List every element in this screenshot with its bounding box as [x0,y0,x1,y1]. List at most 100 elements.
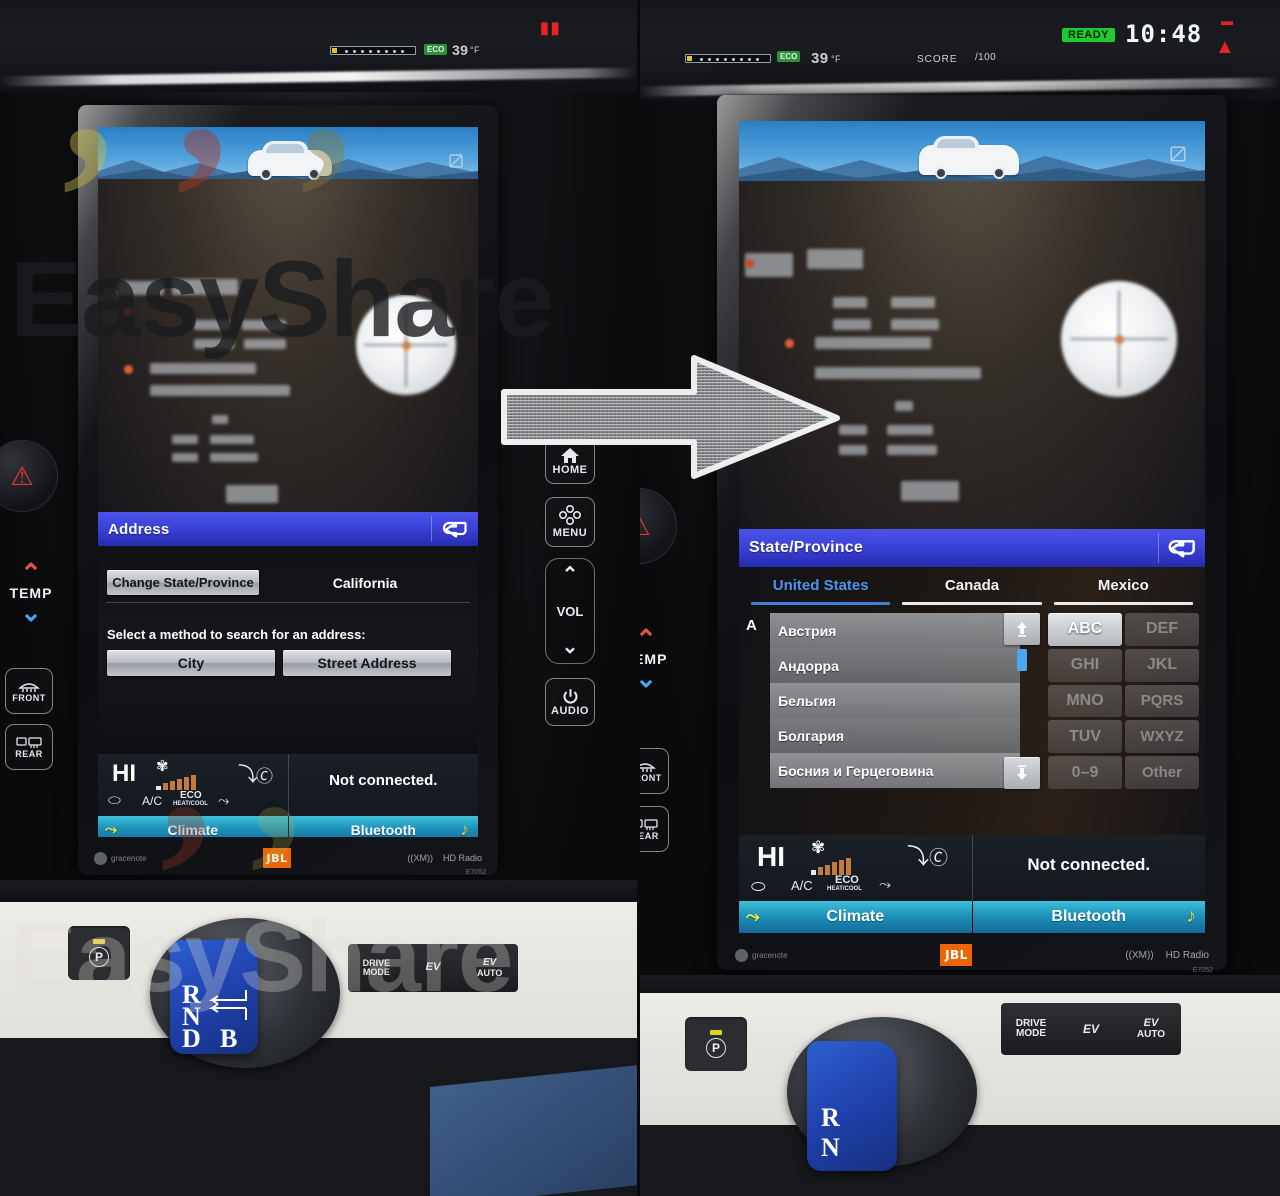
right-climate-button[interactable]: ⤳ Climate [739,901,972,933]
left-fuel-gauge [330,46,416,55]
volume-down-icon[interactable]: ⌄ [562,637,579,657]
left-music-note-icon: ♪ [460,819,470,838]
drive-mode-button[interactable]: DRIVE MODE [348,944,405,992]
temp-down-icon[interactable]: ⌄ [20,599,42,625]
list-scrollbar[interactable] [1004,613,1040,789]
park-indicator-led [93,939,105,944]
list-item[interactable]: Андорра [770,648,1020,683]
right-back-arrow-icon[interactable] [1159,538,1205,558]
right-park-indicator-led [710,1030,722,1035]
search-by-street-address-button[interactable]: Street Address [283,650,451,676]
right-front-defrost-label: FRONT [637,773,662,783]
list-item[interactable]: Босния и Герцеговина [770,753,1020,788]
bluetooth-button[interactable]: Bluetooth ♪ [288,816,478,838]
temp-control[interactable]: ⌃ TEMP ⌄ [3,560,59,626]
gear-d: D [182,1024,201,1053]
left-bluetooth-section[interactable]: Not connected. [289,754,479,816]
right-eco-badge: ECO [777,51,801,62]
keypad-key-tuv[interactable]: TUV [1048,720,1122,754]
right-temp-control[interactable]: ⌃ TEMP ⌄ [637,626,677,692]
home-button-label: HOME [552,463,588,476]
right-outside-temp: 39 [811,50,829,67]
right-gear-shifter[interactable]: R N [807,1041,897,1171]
list-item[interactable]: Болгария [770,718,1020,753]
before-photo-panel: ECO 39 °F ▮▮ Address Change State/Provin… [0,0,637,1196]
keypad-key-def[interactable]: DEF [1125,613,1199,646]
home-button[interactable]: HOME [545,438,595,484]
right-touchscreen[interactable]: State/Province United States Canada Mexi… [739,121,1205,933]
left-touchscreen[interactable]: Address Change State/Province California… [98,127,478,837]
scroll-up-button[interactable] [1004,613,1040,645]
left-navigation-view[interactable] [98,127,478,512]
tab-mexico[interactable]: Mexico [1048,573,1199,605]
left-warning-indicators: ▮▮ [540,20,562,37]
left-gracenote-logo: gracenote [94,851,147,865]
left-eco-sub-label: HEAT/COOL [173,801,208,807]
cluster-clock: 10:48 [1125,20,1203,48]
left-ac-label: A/C [142,794,163,808]
right-rear-defrost-button[interactable]: REAR [637,806,669,852]
left-back-arrow-icon[interactable] [432,520,478,538]
left-screen-title: Address [108,520,170,538]
left-seated-person-icon: 🄫 [256,767,273,786]
search-by-city-button[interactable]: City [107,650,275,676]
scrollbar-thumb[interactable] [1017,649,1027,671]
keypad-key-pqrs[interactable]: PQRS [1125,684,1199,718]
right-head-unit-bezel: State/Province United States Canada Mexi… [717,95,1227,974]
keypad-key-mno[interactable]: MNO [1048,684,1122,718]
volume-up-icon[interactable]: ⌃ [562,565,579,585]
right-drive-mode-label-2: MODE [1016,1028,1046,1039]
ev-auto-button[interactable]: EV AUTO [461,944,518,992]
left-seat-icon: ⤳ [105,821,118,837]
keypad-key-abc[interactable]: ABC [1048,613,1122,646]
volume-rocker[interactable]: ⌃ VOL ⌄ [545,558,595,664]
tab-united-states[interactable]: United States [745,573,896,605]
front-defrost-button[interactable]: FRONT [5,668,53,714]
right-navigation-view[interactable] [739,121,1205,529]
keypad-key-other[interactable]: Other [1125,756,1199,789]
keypad-key-jkl[interactable]: JKL [1125,648,1199,682]
right-siriusxm-logo: ((XM)) [1125,949,1154,961]
left-temp-setting: HI [112,760,136,787]
audio-power-button[interactable]: AUDIO [545,678,595,726]
alpha-keypad[interactable]: ABC DEF GHI JKL MNO PQRS TUV WXYZ 0–9 Ot… [1048,613,1199,789]
keypad-key-wxyz[interactable]: WXYZ [1125,720,1199,754]
tab-canada[interactable]: Canada [896,573,1047,605]
gear-shifter[interactable]: R N D B [170,940,258,1054]
left-climate-section[interactable]: HI ✾ ⤵ 🄫 ⬭ A/C ECO HEAT/COOL ⤳ [98,754,288,816]
right-bluetooth-button[interactable]: Bluetooth ♪ [972,901,1205,933]
climate-button-label: Climate [167,821,219,838]
right-ev-mode-button[interactable]: EV [1061,1003,1121,1055]
state-list[interactable]: Австрия Андорра Бельгия Болгария Босния … [770,613,1020,789]
change-state-province-button[interactable]: Change State/Province [107,570,259,595]
menu-button[interactable]: MENU [545,497,595,547]
park-button[interactable]: P [68,926,130,980]
left-siriusxm-logo: ((XM)) [407,853,434,863]
keypad-key-digits[interactable]: 0–9 [1048,756,1122,789]
list-item[interactable]: Бельгия [770,683,1020,718]
right-bottom-button-bar: ⤳ Climate Bluetooth ♪ [739,901,1205,933]
right-drive-mode-bar: DRIVE MODE EV EV AUTO [1001,1003,1181,1055]
ev-auto-label-1: EV [483,957,497,969]
scroll-up-icon [1017,622,1027,637]
right-jbl-logo: JBL [940,944,973,966]
right-temp-setting: HI [757,841,785,872]
ev-mode-button[interactable]: EV [405,944,462,992]
keypad-key-ghi[interactable]: GHI [1048,648,1122,682]
temp-up-icon[interactable]: ⌃ [20,560,42,586]
right-ac-label: A/C [791,878,813,893]
left-outside-temp: 39 [452,42,469,58]
rear-defrost-button[interactable]: REAR [5,724,53,770]
right-front-defrost-button[interactable]: FRONT [637,748,669,794]
right-brand-row: gracenote JBL ((XM)) HD Radio [717,943,1227,967]
scroll-down-button[interactable] [1004,757,1040,789]
left-climate-strip: HI ✾ ⤵ 🄫 ⬭ A/C ECO HEAT/COOL ⤳ Not conne… [98,754,478,816]
right-park-button[interactable]: P [685,1017,747,1071]
left-no-antenna-icon [448,153,464,173]
list-item[interactable]: Австрия [770,613,1020,648]
right-drive-mode-button[interactable]: DRIVE MODE [1001,1003,1061,1055]
right-climate-section[interactable]: HI ✾ ⤵ 🄫 ⬭ A/C ECO HEAT/COOL ⤳ [739,835,972,901]
right-ev-auto-button[interactable]: EV AUTO [1121,1003,1181,1055]
right-bluetooth-section[interactable]: Not connected. [973,835,1206,901]
climate-button[interactable]: ⤳ Climate [98,816,288,837]
